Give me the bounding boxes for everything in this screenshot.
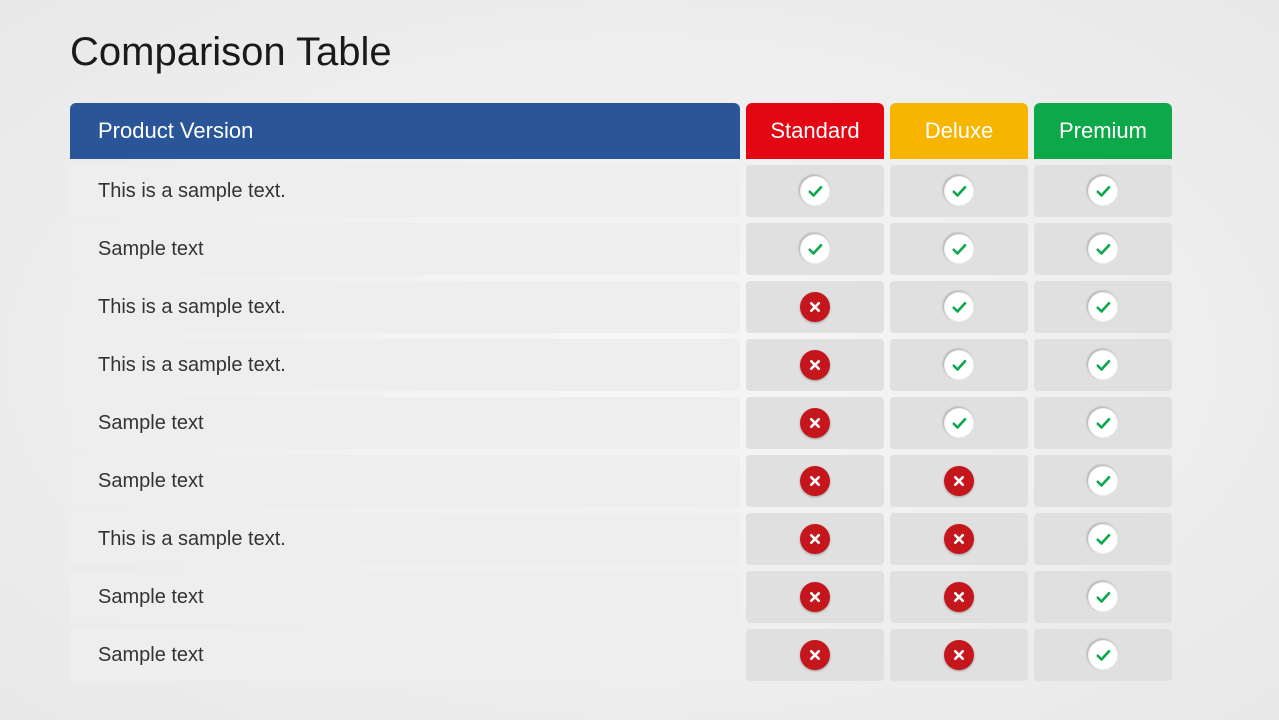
cell-premium — [1034, 165, 1172, 217]
cell-premium — [1034, 397, 1172, 449]
cell-deluxe — [890, 223, 1028, 275]
check-icon — [1088, 234, 1118, 264]
header-deluxe: Deluxe — [890, 103, 1028, 159]
cross-icon — [800, 524, 830, 554]
cell-standard — [746, 165, 884, 217]
header-standard: Standard — [746, 103, 884, 159]
table-header: Product Version Standard Deluxe Premium — [70, 103, 1209, 159]
table-row: This is a sample text. — [70, 281, 1209, 333]
cell-premium — [1034, 223, 1172, 275]
cross-icon — [800, 408, 830, 438]
table-row: Sample text — [70, 397, 1209, 449]
check-icon — [1088, 466, 1118, 496]
check-icon — [1088, 292, 1118, 322]
cell-standard — [746, 455, 884, 507]
table-row: This is a sample text. — [70, 339, 1209, 391]
cell-premium — [1034, 455, 1172, 507]
check-icon — [1088, 640, 1118, 670]
check-icon — [1088, 524, 1118, 554]
cross-icon — [944, 582, 974, 612]
table-row: Sample text — [70, 571, 1209, 623]
check-icon — [1088, 176, 1118, 206]
check-icon — [944, 176, 974, 206]
check-icon — [800, 176, 830, 206]
cross-icon — [944, 466, 974, 496]
cell-standard — [746, 397, 884, 449]
cell-deluxe — [890, 281, 1028, 333]
check-icon — [800, 234, 830, 264]
cross-icon — [800, 466, 830, 496]
check-icon — [1088, 350, 1118, 380]
cell-premium — [1034, 339, 1172, 391]
check-icon — [944, 292, 974, 322]
page-title: Comparison Table — [70, 30, 1209, 75]
cell-premium — [1034, 281, 1172, 333]
feature-label: Sample text — [70, 571, 740, 623]
feature-label: Sample text — [70, 629, 740, 681]
feature-label: This is a sample text. — [70, 165, 740, 217]
check-icon — [944, 234, 974, 264]
cell-standard — [746, 339, 884, 391]
cell-deluxe — [890, 339, 1028, 391]
cell-deluxe — [890, 455, 1028, 507]
cross-icon — [800, 640, 830, 670]
feature-label: Sample text — [70, 455, 740, 507]
check-icon — [1088, 408, 1118, 438]
table-row: This is a sample text. — [70, 513, 1209, 565]
cell-standard — [746, 513, 884, 565]
table-row: Sample text — [70, 223, 1209, 275]
table-row: Sample text — [70, 629, 1209, 681]
feature-label: This is a sample text. — [70, 513, 740, 565]
cell-standard — [746, 629, 884, 681]
cross-icon — [944, 524, 974, 554]
table-row: This is a sample text. — [70, 165, 1209, 217]
feature-label: This is a sample text. — [70, 339, 740, 391]
cell-standard — [746, 571, 884, 623]
cross-icon — [800, 582, 830, 612]
cell-premium — [1034, 571, 1172, 623]
cross-icon — [944, 640, 974, 670]
header-feature: Product Version — [70, 103, 740, 159]
cell-deluxe — [890, 629, 1028, 681]
cell-deluxe — [890, 397, 1028, 449]
table-row: Sample text — [70, 455, 1209, 507]
check-icon — [944, 350, 974, 380]
feature-label: Sample text — [70, 223, 740, 275]
cell-premium — [1034, 629, 1172, 681]
check-icon — [944, 408, 974, 438]
feature-label: Sample text — [70, 397, 740, 449]
cell-standard — [746, 281, 884, 333]
cell-deluxe — [890, 571, 1028, 623]
cross-icon — [800, 350, 830, 380]
feature-label: This is a sample text. — [70, 281, 740, 333]
cell-deluxe — [890, 165, 1028, 217]
header-premium: Premium — [1034, 103, 1172, 159]
cell-standard — [746, 223, 884, 275]
cross-icon — [800, 292, 830, 322]
comparison-table: Product Version Standard Deluxe Premium … — [70, 103, 1209, 681]
cell-premium — [1034, 513, 1172, 565]
check-icon — [1088, 582, 1118, 612]
cell-deluxe — [890, 513, 1028, 565]
